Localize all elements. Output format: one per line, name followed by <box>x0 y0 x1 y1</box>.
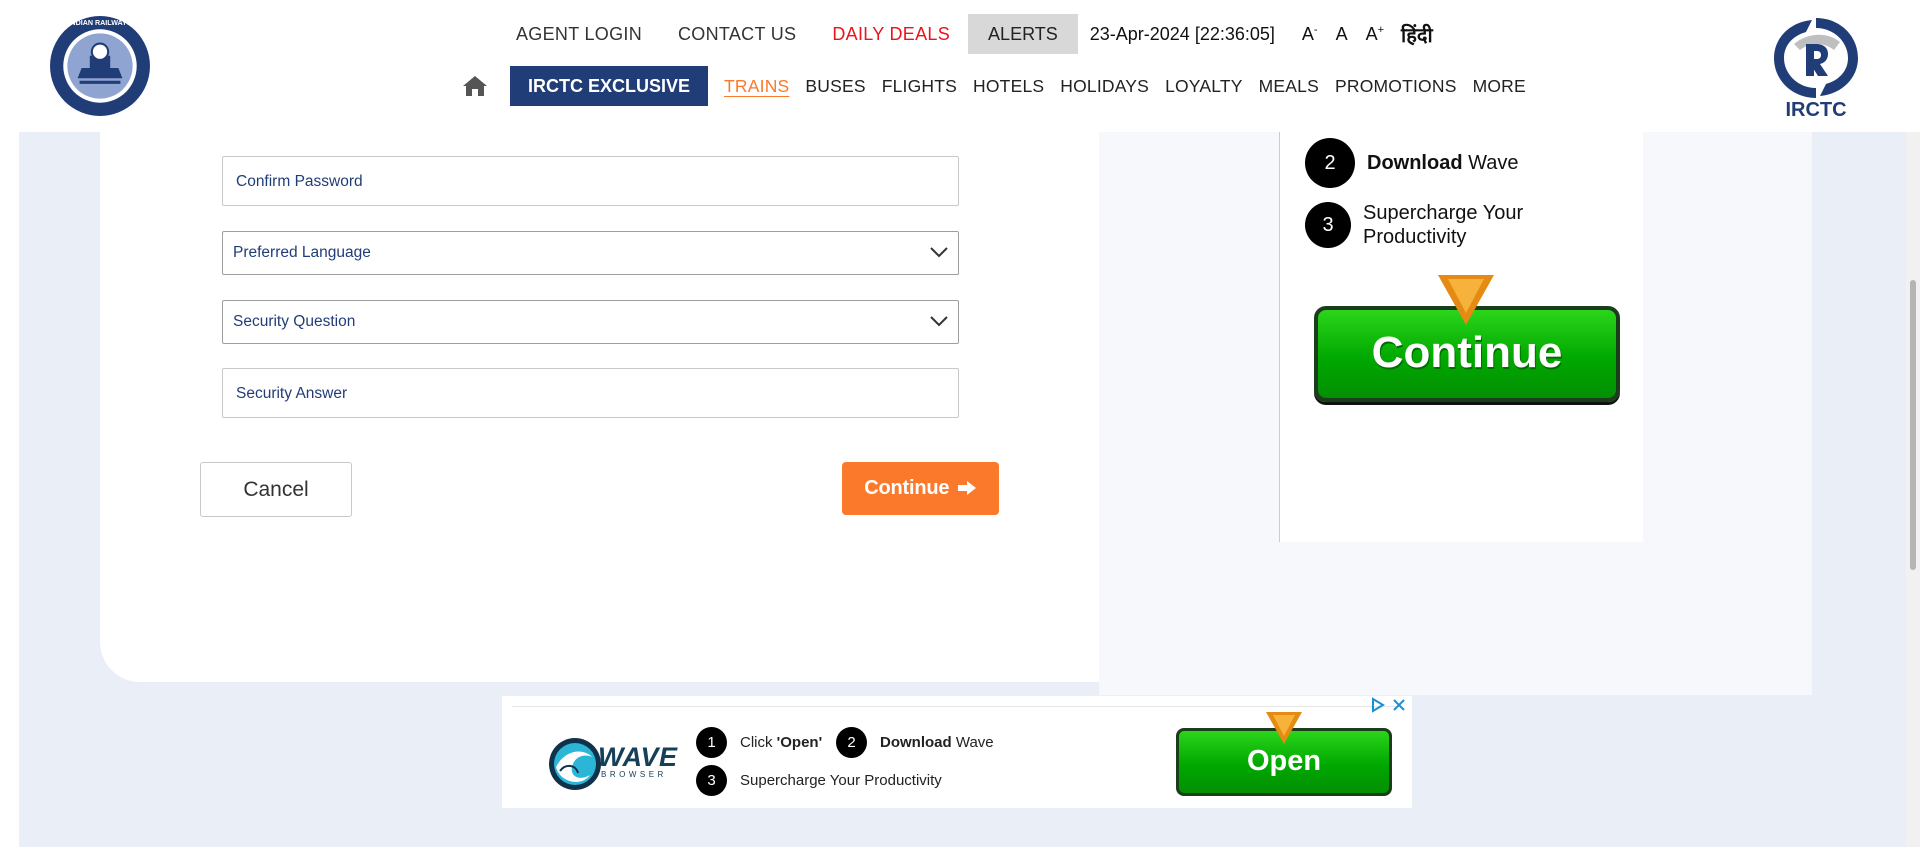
site-header: INDIAN RAILWAYS AGENT LOGIN CONTACT US D… <box>0 0 1920 132</box>
contact-us-link[interactable]: CONTACT US <box>660 24 814 45</box>
indian-railways-logo[interactable]: INDIAN RAILWAYS <box>49 15 151 117</box>
irctc-logo[interactable]: IRCTC <box>1768 14 1864 120</box>
home-icon[interactable] <box>462 74 488 98</box>
step-number: 3 <box>1305 202 1351 248</box>
nav-more[interactable]: MORE <box>1465 76 1534 97</box>
step-rest: Wave <box>1468 152 1519 174</box>
font-decrease-label: A <box>1301 23 1314 44</box>
wave-browser-logo <box>549 738 601 790</box>
svg-text:IRCTC: IRCTC <box>1785 99 1846 120</box>
nav-promotions[interactable]: PROMOTIONS <box>1327 76 1465 97</box>
step-pre: Click <box>740 734 773 751</box>
top-nav: AGENT LOGIN CONTACT US DAILY DEALS ALERT… <box>498 14 1441 54</box>
step-bold: Download <box>1367 152 1463 174</box>
wave-brand: WAVE <box>598 742 678 772</box>
chevron-down-icon <box>930 247 948 258</box>
font-increase-sup: + <box>1377 23 1385 36</box>
svg-text:INDIAN RAILWAYS: INDIAN RAILWAYS <box>68 19 131 27</box>
step-text: Download Wave <box>1367 151 1519 175</box>
font-normal-button[interactable]: A <box>1327 24 1357 45</box>
preferred-language-select[interactable]: Preferred Language <box>222 231 959 275</box>
security-question-select[interactable]: Security Question <box>222 300 959 344</box>
side-ad-step-3: 3 Supercharge Your Productivity <box>1305 201 1563 249</box>
step-number: 3 <box>696 765 727 796</box>
step-number: 2 <box>836 727 867 758</box>
banner-step-3: 3 Supercharge Your Productivity <box>696 765 942 796</box>
nav-meals[interactable]: MEALS <box>1251 76 1327 97</box>
left-page-margin <box>0 132 19 847</box>
security-answer-field[interactable]: Security Answer <box>222 368 959 418</box>
step-number: 2 <box>1305 138 1355 188</box>
security-question-placeholder: Security Question <box>233 313 356 330</box>
daily-deals-link[interactable]: DAILY DEALS <box>814 24 968 45</box>
main-nav: IRCTC EXCLUSIVE TRAINS BUSES FLIGHTS HOT… <box>462 66 1534 106</box>
cancel-label: Cancel <box>243 478 309 501</box>
confirm-password-placeholder: Confirm Password <box>236 173 363 190</box>
step-text: Supercharge Your Productivity <box>740 772 942 789</box>
step-number: 1 <box>696 727 727 758</box>
nav-trains[interactable]: TRAINS <box>716 76 797 97</box>
banner-step-2: 2 Download Wave <box>836 727 994 758</box>
adchoices-icon[interactable] <box>1370 697 1386 713</box>
nav-hotels[interactable]: HOTELS <box>965 76 1052 97</box>
step-rest: Wave <box>955 734 994 751</box>
ad-open-label: Open <box>1246 745 1322 777</box>
preferred-language-placeholder: Preferred Language <box>233 244 371 261</box>
step-bold: Download <box>880 734 952 751</box>
alerts-button[interactable]: ALERTS <box>968 14 1078 54</box>
step-text: Supercharge Your Productivity <box>1363 202 1524 248</box>
irctc-exclusive-button[interactable]: IRCTC EXCLUSIVE <box>510 66 709 106</box>
step-bold: 'Open' <box>776 734 823 751</box>
chevron-down-icon <box>930 316 948 327</box>
nav-buses[interactable]: BUSES <box>797 76 873 97</box>
nav-flights[interactable]: FLIGHTS <box>874 76 965 97</box>
nav-holidays[interactable]: HOLIDAYS <box>1052 76 1157 97</box>
agent-login-link[interactable]: AGENT LOGIN <box>498 24 660 45</box>
security-answer-placeholder: Security Answer <box>236 385 348 402</box>
ad-continue-label: Continue <box>1371 328 1563 377</box>
scrollbar-thumb[interactable] <box>1910 280 1916 570</box>
wave-brand-sub: BROWSER <box>601 770 667 779</box>
side-ad-step-2: 2 Download Wave <box>1305 138 1519 188</box>
nav-loyalty[interactable]: LOYALTY <box>1157 76 1251 97</box>
cancel-button[interactable]: Cancel <box>200 462 352 517</box>
close-icon[interactable] <box>1392 697 1406 713</box>
continue-label: Continue <box>864 477 950 499</box>
current-datetime: 23-Apr-2024 [22:36:05] <box>1089 23 1275 44</box>
arrow-right-icon <box>957 481 976 495</box>
continue-button[interactable]: Continue <box>842 462 999 515</box>
banner-step-1: 1 Click 'Open' <box>696 727 822 758</box>
pointer-arrow-icon <box>1438 275 1494 325</box>
pointer-arrow-icon <box>1266 712 1302 744</box>
font-decrease-button[interactable]: A- <box>1293 24 1327 45</box>
font-decrease-sup: - <box>1313 23 1318 36</box>
ad-choices <box>1370 697 1406 713</box>
font-increase-label: A <box>1365 23 1378 44</box>
hindi-language-link[interactable]: हिंदी <box>1393 21 1441 48</box>
font-increase-button[interactable]: A+ <box>1357 24 1393 45</box>
confirm-password-field[interactable]: Confirm Password <box>222 156 959 206</box>
